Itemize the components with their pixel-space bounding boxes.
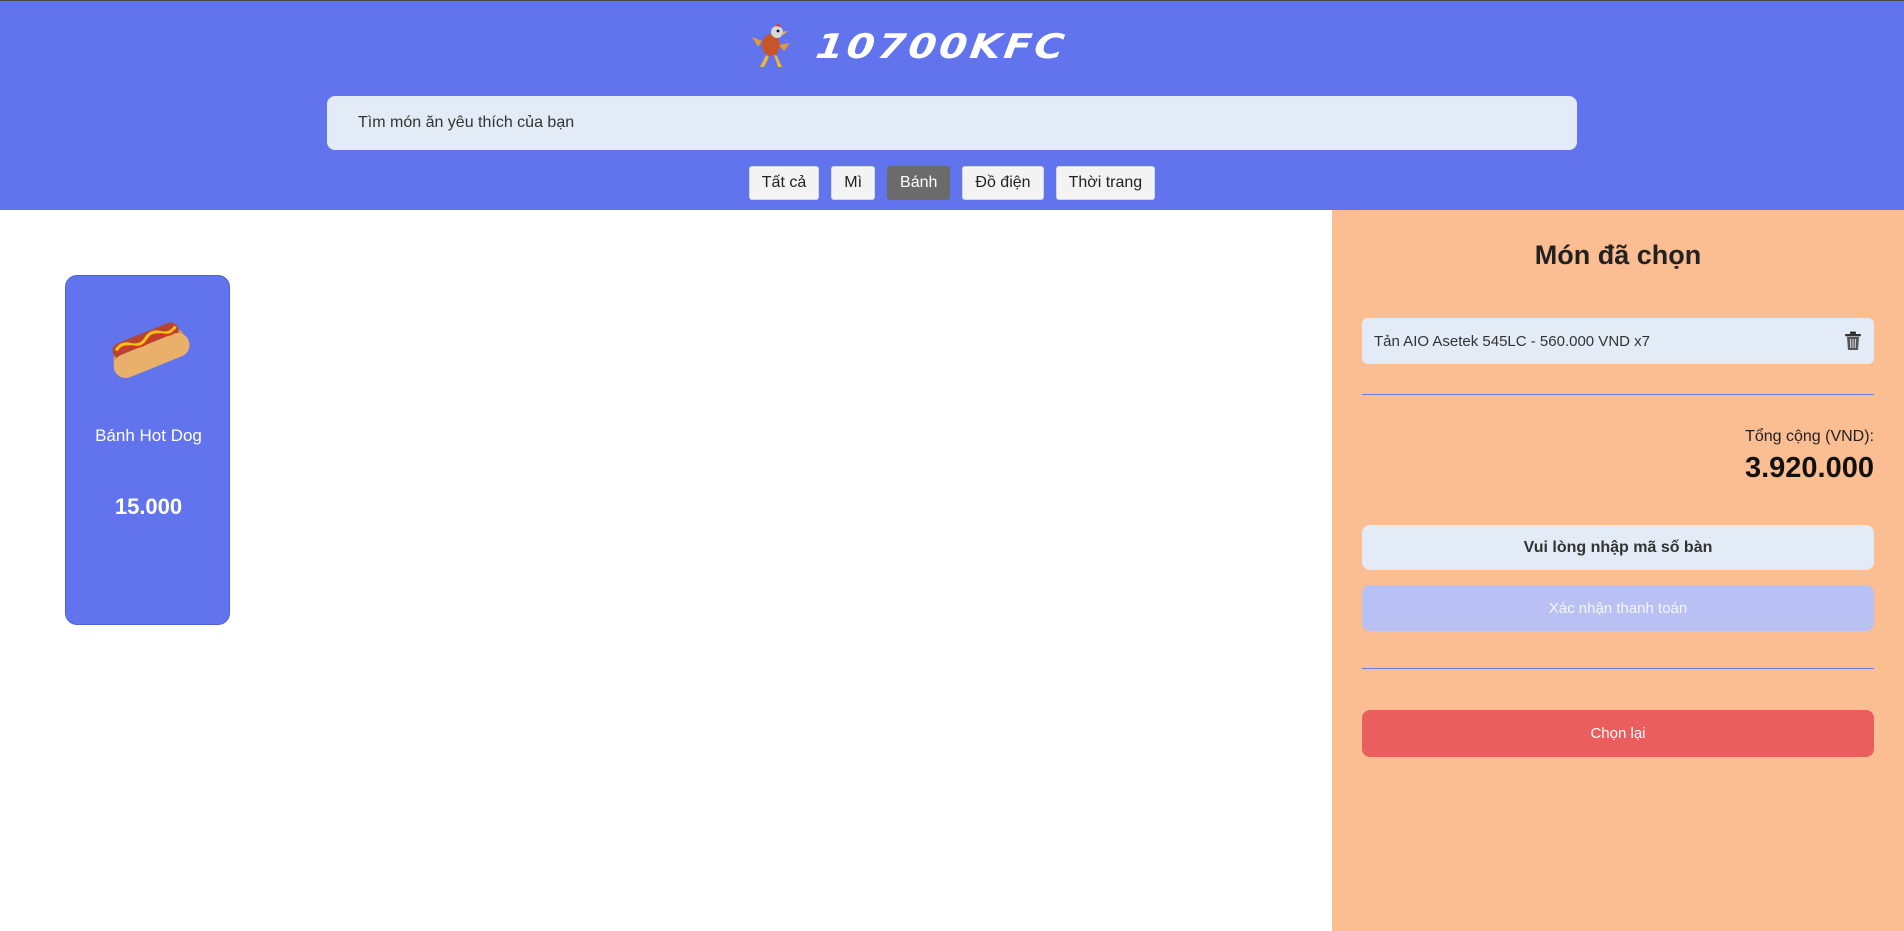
divider [1362,668,1874,669]
category-noodles[interactable]: Mì [831,166,876,200]
trash-icon[interactable] [1844,331,1862,351]
table-number-input[interactable] [1362,525,1874,570]
cart-panel: Món đã chọn Tản AIO Asetek 545LC - 560.0… [1332,210,1904,931]
category-fashion[interactable]: Thời trang [1055,166,1156,200]
product-name: Bánh Hot Dog [95,426,202,445]
reset-button[interactable]: Chọn lại [1362,710,1874,757]
cart-item: Tản AIO Asetek 545LC - 560.000 VND x7 [1362,318,1874,364]
cart-title: Món đã chọn [1534,240,1702,270]
cart-item-text: Tản AIO Asetek 545LC - 560.000 VND x7 [1374,332,1650,350]
product-price: 15.000 [114,494,183,519]
total-value: 3.920.000 [1744,452,1874,484]
category-all[interactable]: Tất cả [748,166,820,200]
product-card[interactable]: Bánh Hot Dog 15.000 [65,275,230,625]
product-grid: Bánh Hot Dog 15.000 [0,210,1332,931]
total-label: Tổng cộng (VND): [1745,428,1874,445]
category-electronics[interactable]: Đồ điện [962,166,1044,200]
divider [1362,394,1874,395]
header: 10700KFC Tất cả Mì Bánh Đồ điện Thời tra… [0,1,1904,210]
confirm-payment-button[interactable]: Xác nhận thanh toán [1362,585,1874,631]
logo[interactable]: 10700KFC [748,21,1070,73]
category-bar: Tất cả Mì Bánh Đồ điện Thời trang [0,166,1904,200]
logo-text: 10700KFC [813,27,1070,67]
search-input[interactable] [327,96,1577,150]
rooster-mascot-icon [752,23,790,67]
hot-dog-icon [112,322,190,378]
category-cakes[interactable]: Bánh [887,166,951,200]
